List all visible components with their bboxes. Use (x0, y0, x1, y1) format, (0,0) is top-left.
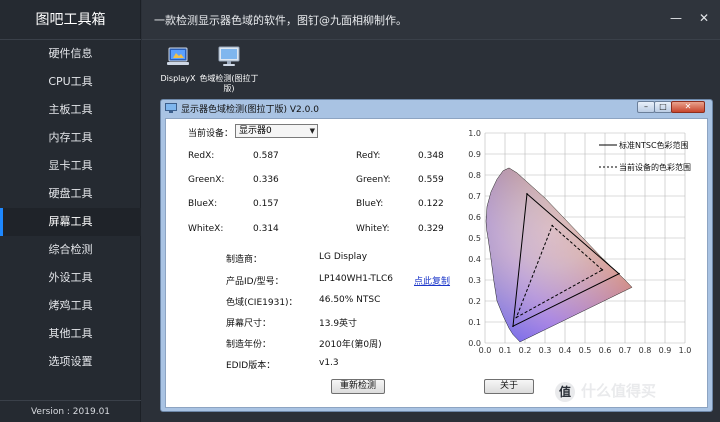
bluex-label: BlueX: (188, 199, 218, 209)
sidebar-item-comprehensive-test[interactable]: 综合检测 (0, 236, 141, 264)
tool-description: 一款检测显示器色域的软件，图钉@九面相柳制作。 (154, 14, 407, 27)
x-tick-label: 0.3 (539, 346, 552, 355)
current-device-label: 当前设备： (188, 129, 234, 139)
y-tick-label: 1.0 (468, 129, 481, 138)
chevron-down-icon: ▼ (309, 127, 315, 135)
app-title: 图吧工具箱 (0, 0, 141, 40)
cie-chromaticity-chart: 0.00.00.10.10.20.20.30.30.40.40.50.50.60… (468, 129, 692, 355)
monitor-icon (218, 46, 240, 66)
y-tick-label: 0.5 (468, 234, 481, 243)
edid-version-label: EDID版本： (226, 361, 276, 371)
sidebar-item-hardware-info[interactable]: 硬件信息 (0, 40, 141, 68)
y-tick-label: 0.1 (468, 318, 481, 327)
about-button[interactable]: 关于 (484, 379, 534, 394)
sidebar-item-other-tools[interactable]: 其他工具 (0, 320, 141, 348)
greeny-label: GreenY: (356, 175, 391, 185)
monitor-icon (165, 103, 177, 113)
y-tick-label: 0.4 (468, 255, 481, 264)
ntsc-vertex-point (526, 193, 528, 195)
top-bar: 一款检测显示器色域的软件，图钉@九面相柳制作。 — ✕ (142, 0, 720, 40)
greeny-value: 0.559 (418, 175, 444, 185)
model-label: 产品ID/型号： (226, 277, 284, 287)
x-tick-label: 0.6 (599, 346, 612, 355)
sidebar-item-gpu-tools[interactable]: 显卡工具 (0, 152, 141, 180)
manufacture-year-label: 制造年份： (226, 340, 272, 350)
ntsc-vertex-point (618, 272, 620, 275)
device-vertex-point (551, 224, 553, 227)
y-tick-label: 0.6 (468, 213, 481, 222)
desktop-icon-label: 色域检测(图拉丁版) (199, 74, 259, 93)
model-value: LP140WH1-TLC6 (319, 274, 393, 284)
redy-value: 0.348 (418, 151, 444, 161)
close-button[interactable]: ✕ (696, 10, 712, 26)
greenx-value: 0.336 (253, 175, 279, 185)
redy-label: RedY: (356, 151, 381, 161)
device-select[interactable]: 显示器0 ▼ (235, 124, 318, 138)
manufacturer-label: 制造商： (226, 255, 263, 265)
laptop-display-icon (167, 47, 189, 65)
screen-size-label: 屏幕尺寸： (226, 319, 272, 329)
edid-version-value: v1.3 (319, 358, 339, 368)
whitex-label: WhiteX: (188, 224, 224, 234)
redetect-button[interactable]: 重新检测 (331, 379, 385, 394)
bluey-label: BlueY: (356, 199, 384, 209)
dialog-maximize-button[interactable]: □ (654, 101, 672, 113)
y-tick-label: 0.8 (468, 171, 481, 180)
x-tick-label: 1.0 (679, 346, 692, 355)
ntsc-vertex-point (512, 325, 514, 327)
screen-size-value: 13.9英寸 (319, 319, 358, 329)
manufacture-year-value: 2010年(第0周) (319, 340, 382, 350)
sidebar-item-peripheral-tools[interactable]: 外设工具 (0, 264, 141, 292)
sidebar-item-settings[interactable]: 选项设置 (0, 348, 141, 376)
watermark-logo-icon: 值 (555, 381, 575, 402)
device-vertex-point (515, 316, 518, 319)
sidebar-item-disk-tools[interactable]: 硬盘工具 (0, 180, 141, 208)
redx-label: RedX: (188, 151, 215, 161)
dialog-client-area: 当前设备： 显示器0 ▼ RedX: 0.587 RedY: 0.348 Gre… (165, 118, 708, 408)
sidebar-item-memory-tools[interactable]: 内存工具 (0, 124, 141, 152)
sidebar-item-motherboard-tools[interactable]: 主板工具 (0, 96, 141, 124)
manufacturer-value: LG Display (319, 252, 368, 262)
gamut-value: 46.50% NTSC (319, 295, 381, 305)
sidebar-item-stress-tools[interactable]: 烤鸡工具 (0, 292, 141, 320)
x-tick-label: 0.7 (619, 346, 632, 355)
sidebar-nav: 硬件信息 CPU工具 主板工具 内存工具 显卡工具 硬盘工具 屏幕工具 综合检测… (0, 40, 141, 376)
gamut-detector-launcher[interactable]: 色域检测(图拉丁版) (199, 46, 259, 94)
gamut-dialog: 显示器色域检测(图拉丁版) V2.0.0 – □ ✕ 当前设备： 显示器0 ▼ … (160, 99, 713, 412)
y-tick-label: 0.3 (468, 276, 481, 285)
whitex-value: 0.314 (253, 224, 279, 234)
whitey-label: WhiteY: (356, 224, 390, 234)
minimize-button[interactable]: — (668, 10, 684, 26)
bluey-value: 0.122 (418, 199, 444, 209)
redx-value: 0.587 (253, 151, 279, 161)
x-tick-label: 0.2 (519, 346, 532, 355)
dialog-minimize-button[interactable]: – (637, 101, 655, 113)
sidebar: 图吧工具箱 硬件信息 CPU工具 主板工具 内存工具 显卡工具 硬盘工具 屏幕工… (0, 0, 141, 422)
x-tick-label: 0.5 (579, 346, 592, 355)
y-tick-label: 0.9 (468, 150, 481, 159)
x-tick-label: 0.4 (559, 346, 572, 355)
device-vertex-point (601, 269, 604, 271)
sidebar-item-cpu-tools[interactable]: CPU工具 (0, 68, 141, 96)
dialog-close-button[interactable]: ✕ (671, 101, 705, 113)
device-select-value: 显示器0 (239, 126, 272, 136)
sidebar-item-screen-tools[interactable]: 屏幕工具 (0, 208, 141, 236)
copy-model-link[interactable]: 点此复制 (414, 274, 450, 287)
version-label: Version : 2019.01 (0, 400, 141, 422)
legend-label: 标准NTSC色彩范围 (619, 140, 689, 150)
bluex-value: 0.157 (253, 199, 279, 209)
x-tick-label: 0.8 (639, 346, 652, 355)
gamut-label: 色域(CIE1931)： (226, 298, 298, 308)
x-tick-label: 0.1 (499, 346, 512, 355)
y-tick-label: 0.2 (468, 297, 481, 306)
dialog-title: 显示器色域检测(图拉丁版) V2.0.0 (181, 105, 319, 115)
y-tick-label: 0.0 (468, 339, 481, 348)
whitey-value: 0.329 (418, 224, 444, 234)
greenx-label: GreenX: (188, 175, 225, 185)
dialog-titlebar[interactable]: 显示器色域检测(图拉丁版) V2.0.0 – □ ✕ (161, 100, 712, 116)
legend-label: 当前设备的色彩范围 (619, 162, 691, 172)
y-tick-label: 0.7 (468, 192, 481, 201)
x-tick-label: 0.9 (659, 346, 672, 355)
watermark: 值什么值得买 (555, 380, 656, 402)
